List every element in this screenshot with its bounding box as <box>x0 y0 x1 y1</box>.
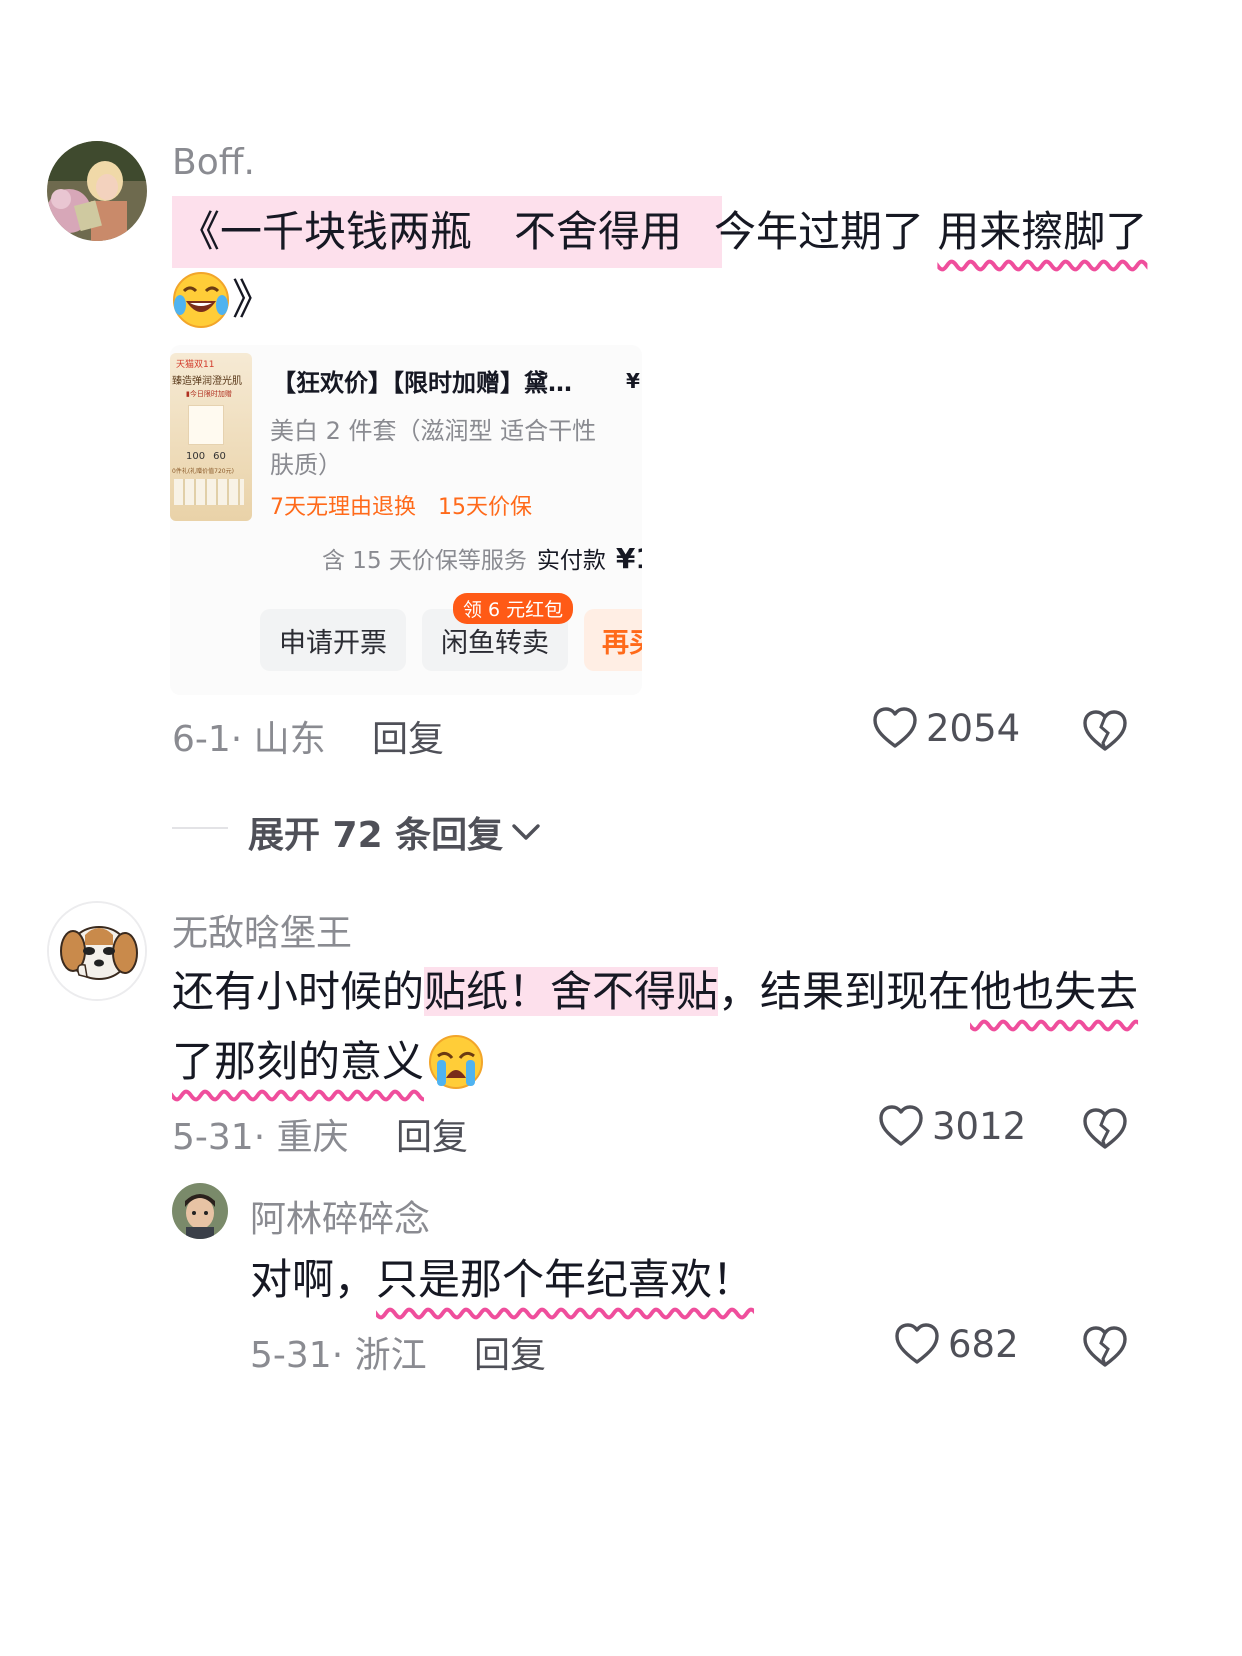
reply-username[interactable]: 阿林碎碎念 <box>250 1190 430 1242</box>
avatar-photo <box>172 1183 228 1239</box>
highlighted-text: 贴纸！舍不得贴 <box>424 967 719 1016</box>
expand-divider <box>172 827 228 829</box>
wavy-underline-text: 只是那个年纪喜欢！ <box>376 1255 755 1304</box>
product-box-image <box>188 405 224 445</box>
expand-replies-label: 展开 72 条回复 <box>248 815 504 856</box>
invoice-button[interactable]: 申请开票 <box>260 609 406 671</box>
dislike-icon[interactable] <box>1082 1107 1128 1151</box>
reply-button[interactable]: 回复 <box>474 1326 546 1378</box>
loudly-crying-face-icon <box>429 1035 484 1089</box>
comment-text-part: 今年过期了 <box>714 207 925 256</box>
product-spec-line2: 肤质） <box>270 451 342 479</box>
avatar-photo <box>47 141 147 241</box>
rebuy-button[interactable]: 再买 <box>584 609 642 671</box>
wavy-underline-text: 了那刻的意义 <box>172 1037 425 1086</box>
expand-replies-button[interactable]: 展开 72 条回复 <box>248 806 541 858</box>
comment-text-line2: 了那刻的意义 <box>172 1026 484 1098</box>
dislike-icon[interactable] <box>1082 1325 1128 1369</box>
paid-label: 实付款 <box>536 548 606 574</box>
like-count: 682 <box>948 1322 1019 1366</box>
comment-text: 还有小时候的贴纸！舍不得贴，结果到现在他也失去 <box>172 956 1138 1028</box>
like-button[interactable]: 682 <box>894 1322 1019 1366</box>
dislike-icon[interactable] <box>1082 709 1128 753</box>
comment-text-part: 对啊， <box>250 1255 377 1304</box>
heart-icon <box>879 1105 923 1146</box>
chevron-down-icon <box>512 824 540 840</box>
thumb-num: 60 <box>213 451 226 462</box>
wavy-underline-text: 他也失去 <box>970 967 1139 1016</box>
avatar[interactable] <box>47 141 147 241</box>
service-line: 含 15 天价保等服务 实付款 ¥1 <box>322 541 642 575</box>
product-bottles-image <box>174 479 244 505</box>
like-button[interactable]: 3012 <box>878 1104 1026 1148</box>
reply-button[interactable]: 回复 <box>372 710 444 762</box>
comment-text-part: ，结果到现在 <box>718 967 971 1016</box>
comment-text-end: 》 <box>232 275 275 324</box>
comment-date-location: 5-31· 重庆 <box>172 1117 349 1158</box>
avatar[interactable] <box>47 901 147 1001</box>
comment-username[interactable]: 无敌晗堡王 <box>172 904 352 956</box>
resell-red-packet-tag: 领 6 元红包 <box>453 593 574 624</box>
comment-date-location: 5-31· 浙江 <box>250 1335 427 1376</box>
product-title: 【狂欢价】【限时加赠】黛… <box>272 369 572 397</box>
avatar[interactable] <box>172 1183 228 1239</box>
comment-text: 《一千块钱两瓶 不舍得用 今年过期了 用来擦脚了 <box>172 196 1147 268</box>
like-count: 2054 <box>926 706 1021 750</box>
product-card[interactable]: 天猫双11 臻造弹润澄光肌 ▮今日限时加赠 100 60 0件礼(礼赠价值720… <box>170 345 642 695</box>
thumb-tag: 天猫双11 <box>176 360 215 370</box>
service-text: 含 15 天价保等服务 <box>322 548 527 574</box>
thumb-bottom: 0件礼(礼赠价值720元) <box>172 468 234 475</box>
thumb-sub: ▮今日限时加赠 <box>186 390 232 398</box>
wavy-underline-text: 用来擦脚了 <box>937 207 1148 256</box>
heart-icon <box>895 1323 939 1364</box>
thumb-title: 臻造弹润澄光肌 <box>172 376 242 387</box>
product-thumbnail: 天猫双11 臻造弹润澄光肌 ▮今日限时加赠 100 60 0件礼(礼赠价值720… <box>170 353 252 521</box>
product-spec-line1: 美白 2 件套（滋润型 适合干性 <box>270 417 597 445</box>
thumb-num: 100 <box>186 451 206 462</box>
highlighted-text: 《一千块钱两瓶 不舍得用 <box>172 196 723 268</box>
like-count: 3012 <box>932 1104 1027 1148</box>
guarantee-return: 7天无理由退换 <box>270 495 416 520</box>
comment-username[interactable]: Boff. <box>172 142 255 183</box>
comment-date-location: 6-1· 山东 <box>172 719 326 760</box>
reply-button[interactable]: 回复 <box>396 1108 468 1160</box>
like-button[interactable]: 2054 <box>872 706 1020 750</box>
paid-value: ¥1 <box>615 542 642 575</box>
reply-text: 对啊，只是那个年纪喜欢！ <box>250 1244 754 1316</box>
heart-icon <box>873 707 917 748</box>
crying-laughing-face-icon <box>173 272 229 328</box>
guarantee-price: 15天价保 <box>438 495 532 520</box>
dog-avatar-image <box>49 903 145 999</box>
comment-text-part: 还有小时候的 <box>172 967 425 1016</box>
comment-text-line2: 》 <box>172 268 274 332</box>
price-symbol: ¥ <box>626 369 640 393</box>
